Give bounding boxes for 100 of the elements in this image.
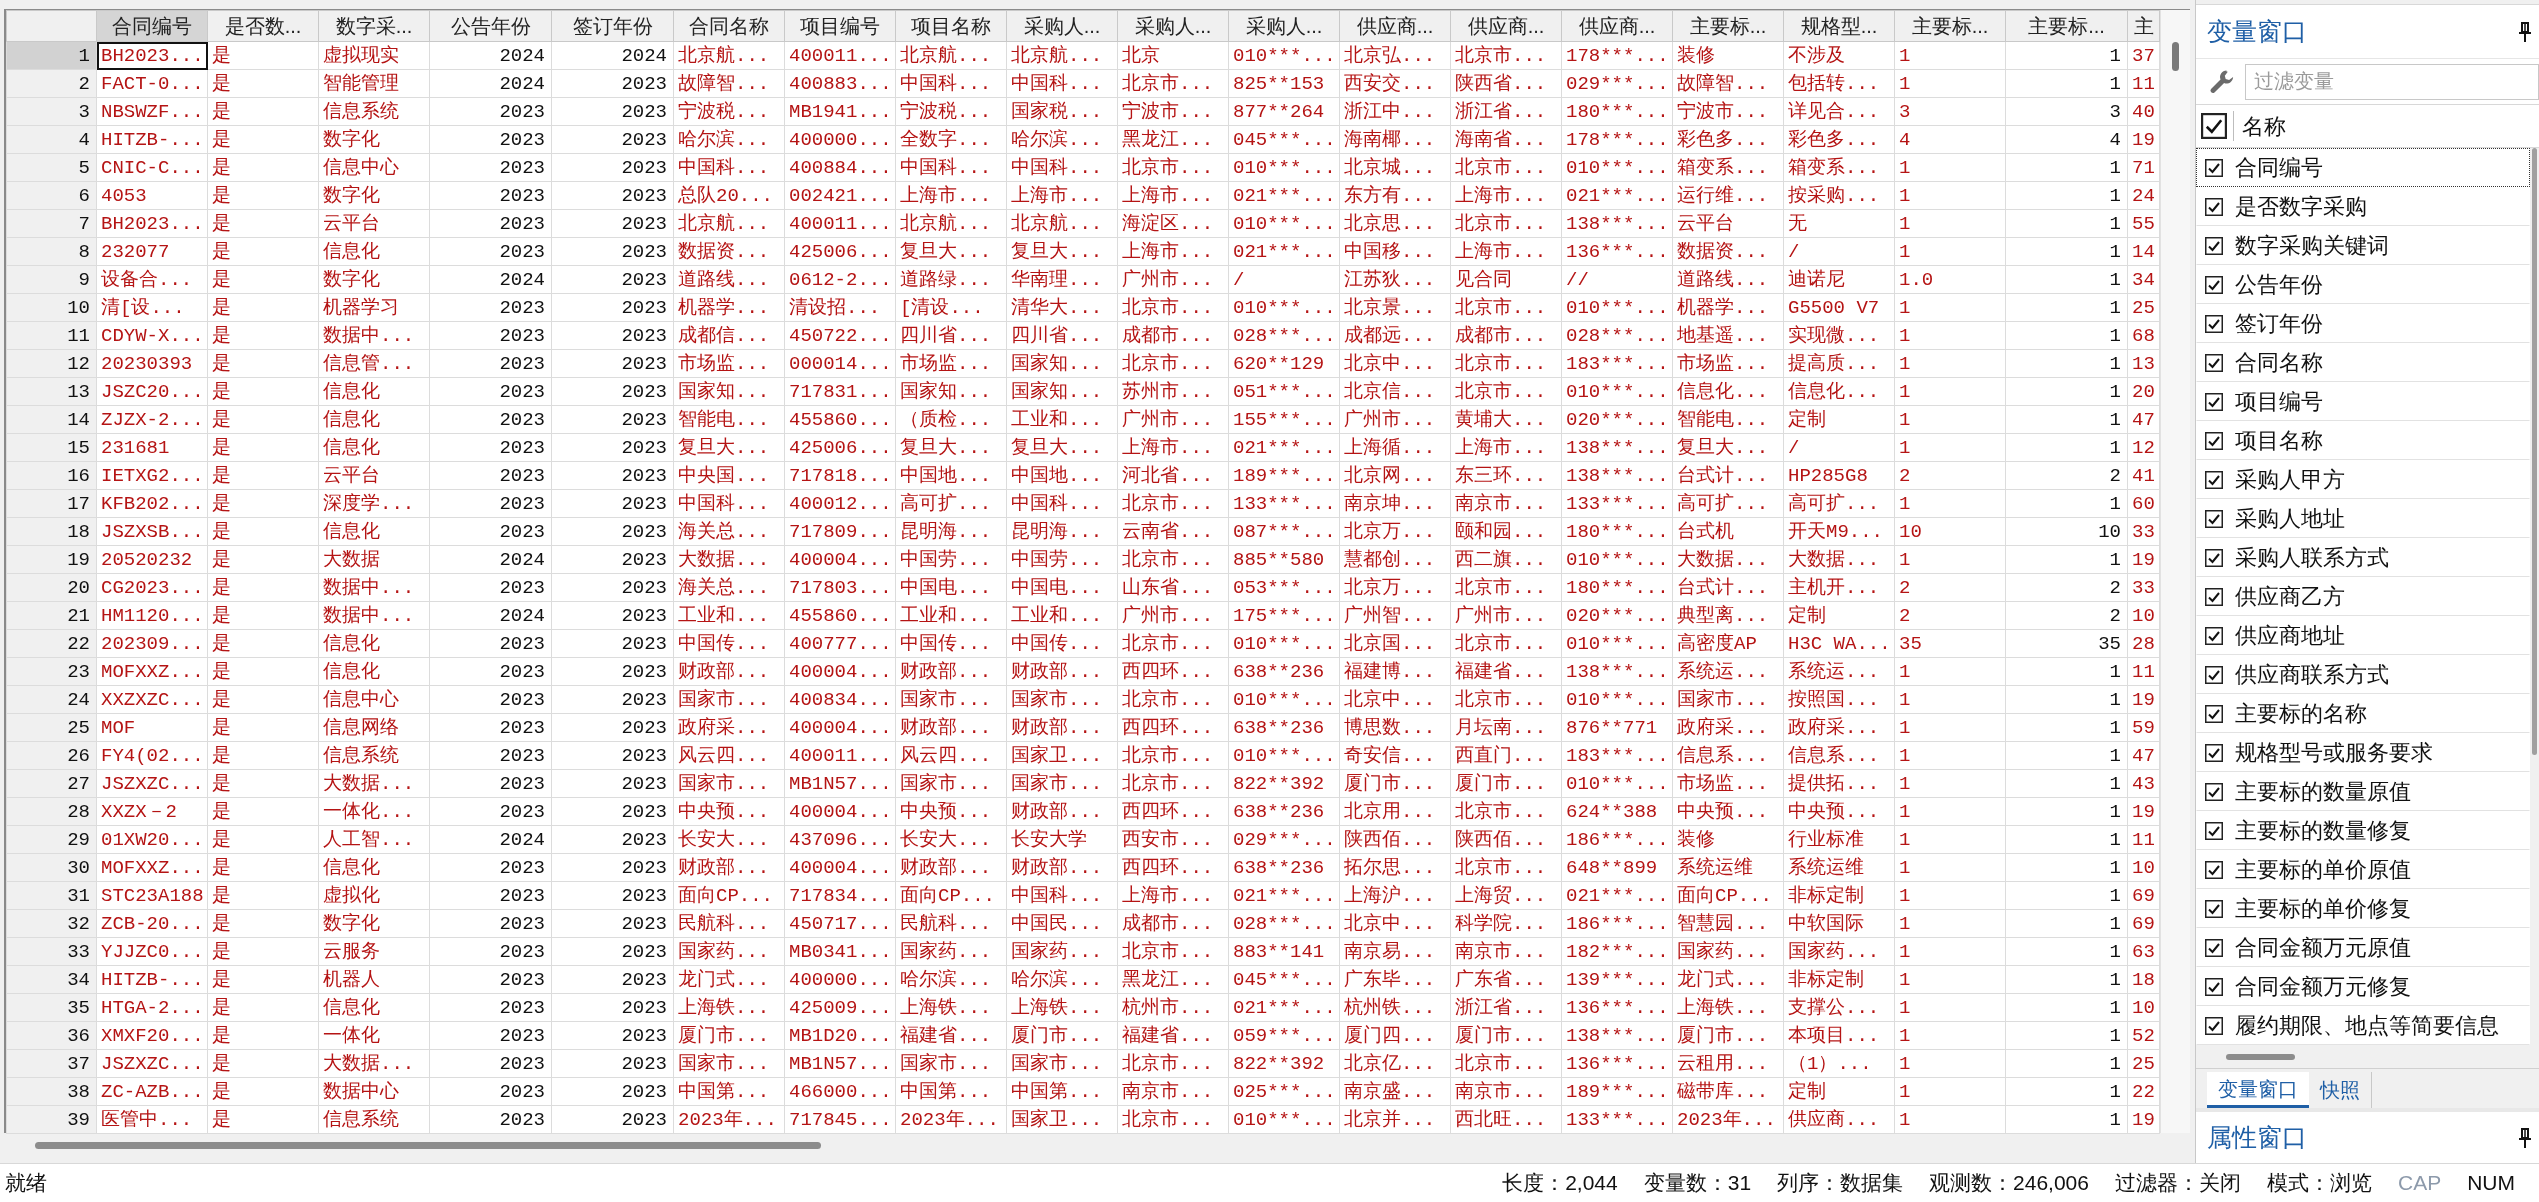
table-cell: 是: [207, 1049, 319, 1078]
variable-list-item[interactable]: 采购人地址: [2196, 499, 2530, 538]
table-cell: 010***...: [1228, 41, 1340, 70]
column-header[interactable]: 采购人...: [1117, 10, 1229, 42]
name-column-header[interactable]: 名称: [2240, 109, 2286, 143]
column-header[interactable]: 合同编号: [96, 10, 208, 42]
checkbox[interactable]: [2205, 158, 2223, 177]
table-cell: 见合同: [1450, 265, 1562, 294]
variable-list-item[interactable]: 项目名称: [2196, 421, 2530, 460]
checkbox[interactable]: [2205, 353, 2223, 372]
vertical-scrollbar-thumb[interactable]: [2172, 42, 2179, 71]
variable-list-item[interactable]: 数字采购关键词: [2196, 226, 2530, 265]
checkbox[interactable]: [2205, 236, 2223, 255]
column-header[interactable]: 合同名称: [673, 10, 785, 42]
table-cell: 北京市...: [1450, 685, 1562, 714]
variable-list-item[interactable]: 是否数字采购: [2196, 187, 2530, 226]
column-header[interactable]: 采购人...: [1006, 10, 1118, 42]
table-cell: 1: [1894, 965, 2006, 994]
column-header[interactable]: 主: [2127, 10, 2160, 42]
table-cell: 中国电...: [895, 573, 1007, 602]
checkbox[interactable]: [2205, 1016, 2223, 1035]
column-header[interactable]: 供应商...: [1339, 10, 1451, 42]
checkbox[interactable]: [2205, 470, 2223, 489]
variable-list-item[interactable]: 签订年份: [2196, 304, 2530, 343]
column-header[interactable]: 采购人...: [1228, 10, 1340, 42]
variable-list-item[interactable]: 公告年份: [2196, 265, 2530, 304]
row-number: 26: [6, 741, 97, 770]
checkbox[interactable]: [2205, 899, 2223, 918]
table-cell: JSZC20...: [96, 377, 208, 406]
table-cell: 1: [2005, 937, 2128, 966]
list-scrollbar-thumb[interactable]: [2532, 148, 2537, 755]
tab[interactable]: 变量窗口: [2207, 1072, 2309, 1108]
checkbox[interactable]: [2205, 275, 2223, 294]
variable-list-item[interactable]: 采购人联系方式: [2196, 538, 2530, 577]
checkbox[interactable]: [2205, 977, 2223, 996]
variable-list-item[interactable]: 采购人甲方: [2196, 460, 2530, 499]
column-header[interactable]: 主要标...: [2005, 10, 2128, 42]
variable-list-item[interactable]: 主要标的数量原值: [2196, 772, 2530, 811]
pin-icon[interactable]: [2519, 21, 2531, 42]
table-cell: 数字化: [318, 181, 430, 210]
table-cell: 详见合...: [1783, 97, 1895, 126]
pin-icon[interactable]: [2519, 1127, 2531, 1148]
list-horizontal-scrollbar-thumb[interactable]: [2226, 1054, 2295, 1060]
table-cell: 非标定制: [1783, 881, 1895, 910]
checkbox[interactable]: [2205, 548, 2223, 567]
checkbox[interactable]: [2205, 665, 2223, 684]
variable-list-item[interactable]: 主要标的单价原值: [2196, 850, 2530, 889]
table-cell: HM1120...: [96, 601, 208, 630]
variable-list-item[interactable]: 主要标的名称: [2196, 694, 2530, 733]
column-header[interactable]: 规格型...: [1783, 10, 1895, 42]
checkbox[interactable]: [2205, 197, 2223, 216]
column-header[interactable]: 数字采...: [318, 10, 430, 42]
variable-list-item[interactable]: 合同名称: [2196, 343, 2530, 382]
checkbox[interactable]: [2205, 743, 2223, 762]
checkbox[interactable]: [2205, 782, 2223, 801]
column-header[interactable]: 项目编号: [784, 10, 896, 42]
column-header[interactable]: 是否数...: [207, 10, 319, 42]
column-header[interactable]: 公告年份: [429, 10, 552, 42]
table-cell: 南京盛...: [1339, 1077, 1451, 1106]
variable-list-item[interactable]: 合同编号: [2196, 148, 2530, 187]
table-cell: （质检...: [895, 405, 1007, 434]
variable-list-item[interactable]: 项目编号: [2196, 382, 2530, 421]
filter-field[interactable]: 过滤变量: [2245, 63, 2539, 100]
table-cell: 010***...: [1228, 293, 1340, 322]
table-cell: 北京市...: [1117, 545, 1229, 574]
checkbox[interactable]: [2205, 509, 2223, 528]
checkbox[interactable]: [2205, 431, 2223, 450]
variable-list-item[interactable]: 供应商联系方式: [2196, 655, 2530, 694]
table-cell: 1: [2005, 405, 2128, 434]
variable-list-item[interactable]: 主要标的单价修复: [2196, 889, 2530, 928]
checkbox[interactable]: [2205, 314, 2223, 333]
checkbox[interactable]: [2205, 860, 2223, 879]
checkbox[interactable]: [2205, 392, 2223, 411]
column-header[interactable]: 签订年份: [551, 10, 674, 42]
table-cell: 1: [2005, 321, 2128, 350]
variable-list-item[interactable]: 供应商乙方: [2196, 577, 2530, 616]
checkbox[interactable]: [2205, 626, 2223, 645]
table-cell: 232077: [96, 237, 208, 266]
variable-list-item[interactable]: 规格型号或服务要求: [2196, 733, 2530, 772]
column-header[interactable]: 主要标...: [1894, 10, 2006, 42]
variable-list-item[interactable]: 主要标的数量修复: [2196, 811, 2530, 850]
table-cell: 2023: [551, 153, 674, 182]
checkbox[interactable]: [2205, 587, 2223, 606]
column-header[interactable]: 项目名称: [895, 10, 1007, 42]
variable-list-item[interactable]: 合同金额万元修复: [2196, 967, 2530, 1006]
checkbox[interactable]: [2205, 704, 2223, 723]
column-header[interactable]: 主要标...: [1672, 10, 1784, 42]
checkbox[interactable]: [2205, 821, 2223, 840]
column-header[interactable]: 供应商...: [1450, 10, 1562, 42]
variable-list-item[interactable]: 供应商地址: [2196, 616, 2530, 655]
select-all-checkbox[interactable]: [2201, 113, 2227, 139]
table-cell: 2023: [429, 405, 552, 434]
checkbox[interactable]: [2205, 938, 2223, 957]
variable-list-item[interactable]: 合同金额万元原值: [2196, 928, 2530, 967]
table-cell: 箱变系...: [1783, 153, 1895, 182]
table-cell: 1: [1894, 237, 2006, 266]
column-header[interactable]: 供应商...: [1561, 10, 1673, 42]
horizontal-scrollbar-thumb[interactable]: [35, 1142, 821, 1149]
table-cell: 138***...: [1561, 1021, 1673, 1050]
table-cell: 139***...: [1561, 965, 1673, 994]
